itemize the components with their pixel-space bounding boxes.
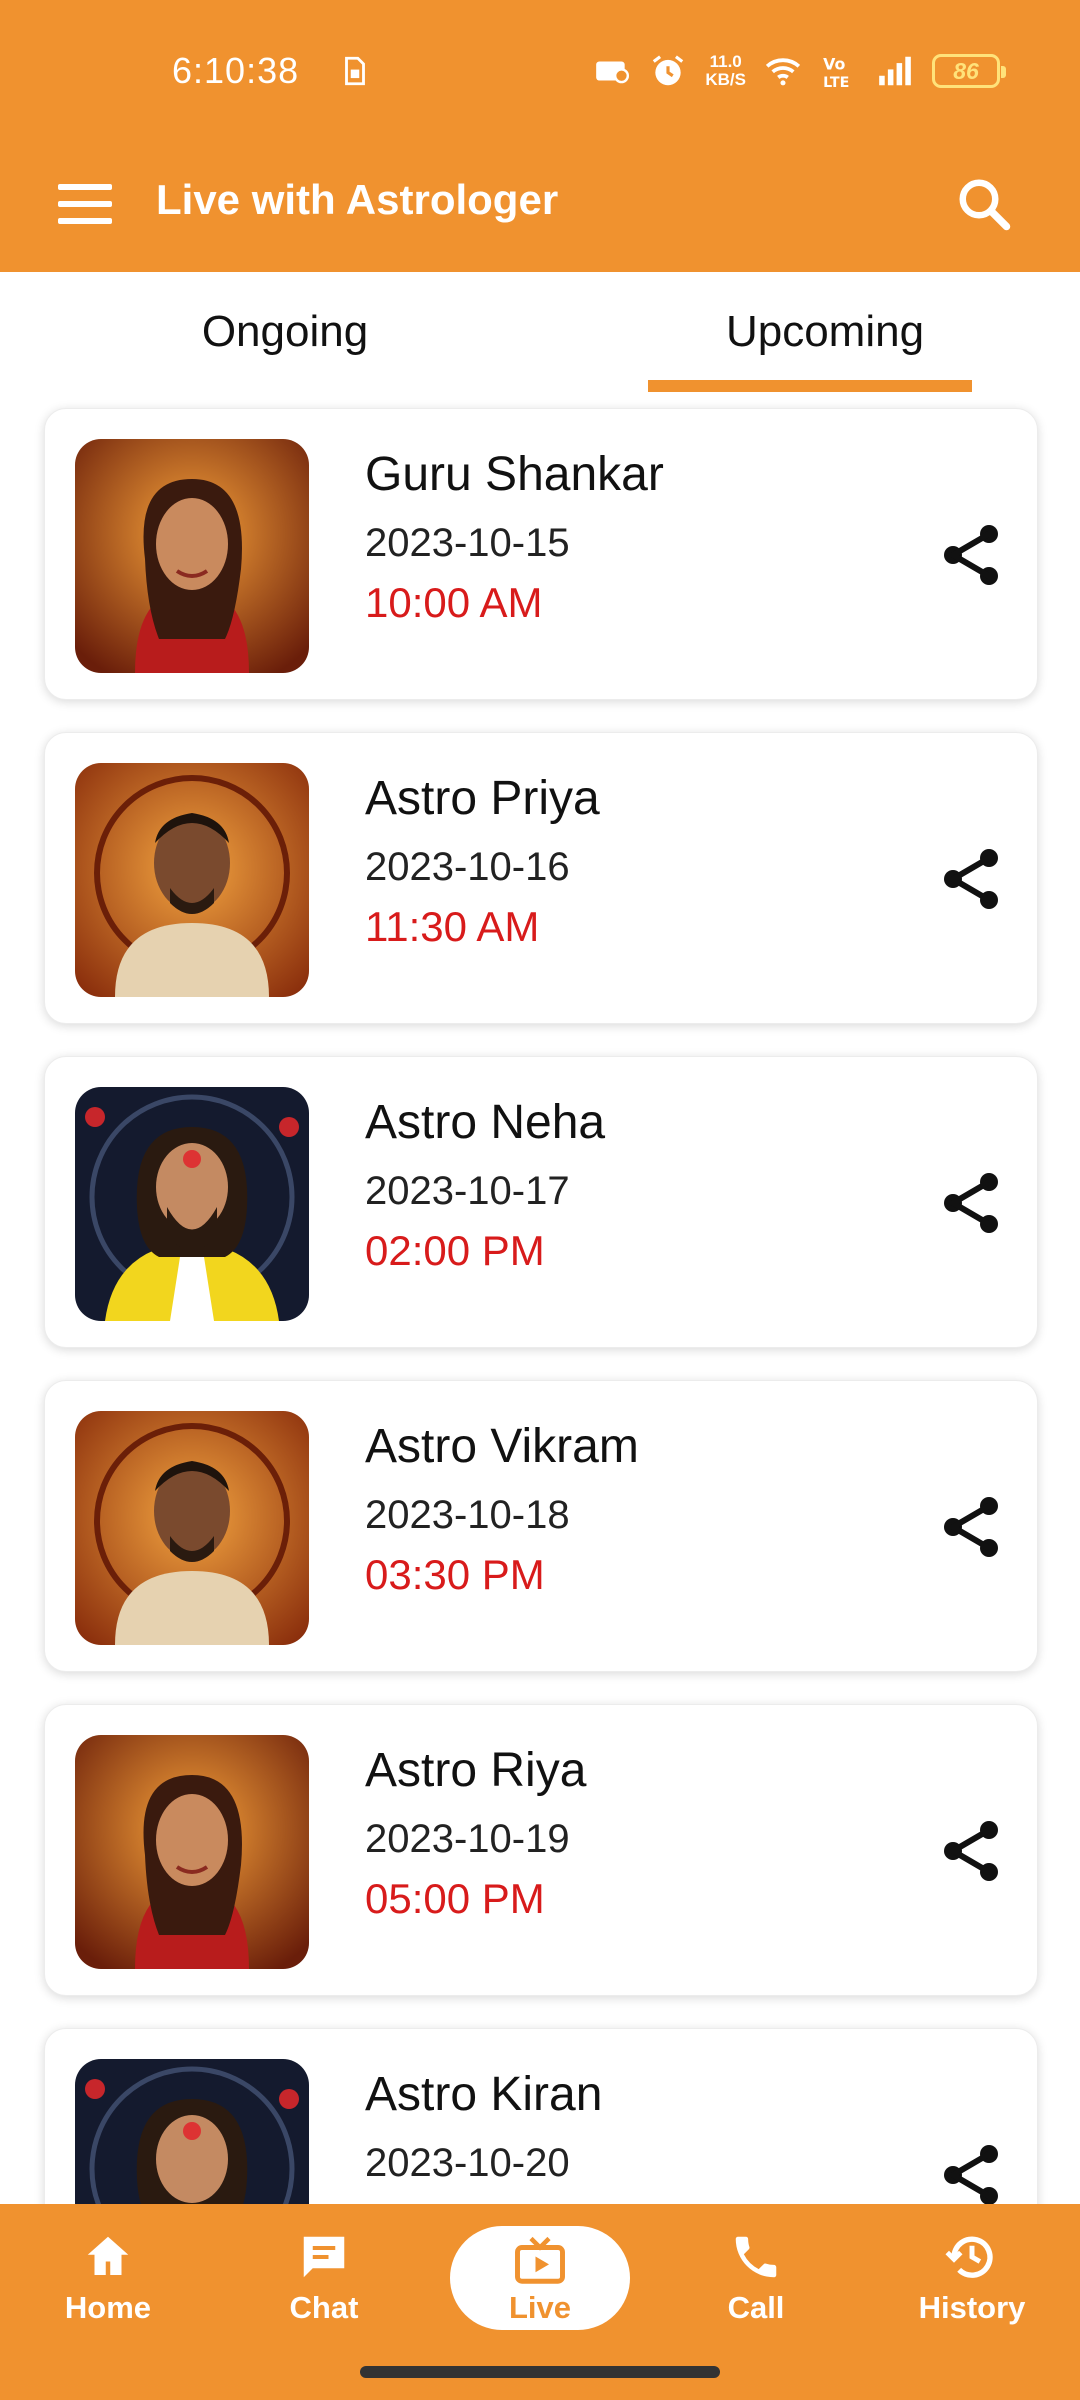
- session-card[interactable]: Astro Vikram 2023-10-18 03:30 PM: [44, 1380, 1038, 1672]
- session-card[interactable]: Astro Neha 2023-10-17 02:00 PM: [44, 1056, 1038, 1348]
- share-icon[interactable]: [935, 1167, 1007, 1239]
- session-date: 2023-10-17: [365, 1169, 570, 1213]
- upcoming-session-list[interactable]: Guru Shankar 2023-10-15 10:00 AM Astro P…: [0, 392, 1080, 2204]
- search-button[interactable]: [944, 164, 1024, 244]
- session-date: 2023-10-18: [365, 1493, 570, 1537]
- nav-call[interactable]: Call: [666, 2230, 846, 2350]
- volte-icon: Vo LTE: [823, 54, 849, 90]
- tab-ongoing[interactable]: Ongoing: [0, 272, 570, 392]
- nav-history[interactable]: History: [882, 2230, 1062, 2350]
- card-icon: [596, 61, 630, 84]
- avatar: [75, 439, 309, 673]
- session-time: 11:30 AM: [365, 903, 540, 950]
- wifi-icon: [765, 58, 801, 86]
- status-time: 6:10:38: [172, 50, 300, 91]
- battery-icon: 86: [932, 54, 1006, 88]
- net-speed-unit: KB/S: [705, 70, 746, 89]
- share-icon[interactable]: [935, 2139, 1007, 2204]
- session-card[interactable]: Astro Riya 2023-10-19 05:00 PM: [44, 1704, 1038, 1996]
- astrologer-name: Astro Kiran: [365, 2068, 603, 2121]
- avatar: [75, 2059, 309, 2204]
- session-card[interactable]: Astro Priya 2023-10-16 11:30 AM: [44, 732, 1038, 1024]
- nav-history-label: History: [918, 2290, 1026, 2325]
- search-icon: [959, 179, 1011, 231]
- astrologer-name: Astro Priya: [365, 772, 600, 825]
- astrologer-name: Astro Vikram: [365, 1420, 639, 1473]
- svg-text:LTE: LTE: [823, 75, 849, 90]
- share-icon[interactable]: [935, 519, 1007, 591]
- nav-call-label: Call: [727, 2290, 785, 2325]
- app-bar: Live with Astrologer: [0, 140, 1080, 272]
- nav-home-label: Home: [64, 2290, 152, 2325]
- session-time: 05:00 PM: [365, 1875, 545, 1922]
- nav-live[interactable]: Live: [450, 2226, 630, 2330]
- nav-home[interactable]: Home: [18, 2230, 198, 2350]
- session-date: 2023-10-16: [365, 845, 570, 889]
- home-icon: [87, 2236, 129, 2275]
- nav-live-label: Live: [508, 2290, 572, 2325]
- live-tv-icon: [515, 2236, 565, 2284]
- gesture-home-indicator[interactable]: [360, 2366, 720, 2378]
- share-icon[interactable]: [935, 1815, 1007, 1887]
- session-date: 2023-10-19: [365, 1817, 570, 1861]
- session-card[interactable]: Guru Shankar 2023-10-15 10:00 AM: [44, 408, 1038, 700]
- session-time: 10:00 AM: [365, 579, 543, 626]
- avatar: [75, 1411, 309, 1645]
- avatar: [75, 763, 309, 997]
- avatar: [75, 1735, 309, 1969]
- hamburger-menu-icon[interactable]: [58, 172, 122, 236]
- tab-ongoing-label: Ongoing: [201, 307, 369, 356]
- session-date: 2023-10-20: [365, 2141, 570, 2185]
- alarm-clock-icon: [653, 55, 684, 86]
- tab-upcoming[interactable]: Upcoming: [540, 272, 1080, 392]
- nav-chat-label: Chat: [289, 2290, 359, 2325]
- header: 6:10:38 11.0 KB/S Vo LTE 86 Live with As…: [0, 0, 1080, 272]
- battery-level: 86: [953, 57, 979, 84]
- sim-card-icon: [345, 56, 365, 86]
- share-icon[interactable]: [935, 843, 1007, 915]
- nav-chat[interactable]: Chat: [234, 2230, 414, 2350]
- session-date: 2023-10-15: [365, 521, 570, 565]
- session-card[interactable]: Astro Kiran 2023-10-20: [44, 2028, 1038, 2204]
- page-title: Live with Astrologer: [156, 176, 559, 223]
- share-icon[interactable]: [935, 1491, 1007, 1563]
- astrologer-name: Astro Neha: [365, 1096, 606, 1149]
- astrologer-name: Astro Riya: [365, 1744, 587, 1797]
- astrologer-name: Guru Shankar: [365, 448, 664, 501]
- session-time: 03:30 PM: [365, 1551, 545, 1598]
- status-bar: 6:10:38 11.0 KB/S Vo LTE 86: [0, 0, 1080, 140]
- avatar: [75, 1087, 309, 1321]
- session-time: 02:00 PM: [365, 1227, 545, 1274]
- tab-upcoming-label: Upcoming: [725, 307, 925, 356]
- tab-bar: Ongoing Upcoming: [0, 272, 1080, 392]
- net-speed-value: 11.0: [709, 52, 742, 71]
- tab-indicator: [648, 380, 972, 392]
- status-icons: 11.0 KB/S Vo LTE 86: [593, 48, 1006, 94]
- history-icon: [945, 2236, 993, 2278]
- signal-bars-icon: [879, 56, 911, 86]
- phone-icon: [735, 2236, 777, 2278]
- chat-icon: [303, 2236, 345, 2278]
- net-speed: 11.0 KB/S: [705, 53, 746, 89]
- svg-text:Vo: Vo: [823, 54, 845, 73]
